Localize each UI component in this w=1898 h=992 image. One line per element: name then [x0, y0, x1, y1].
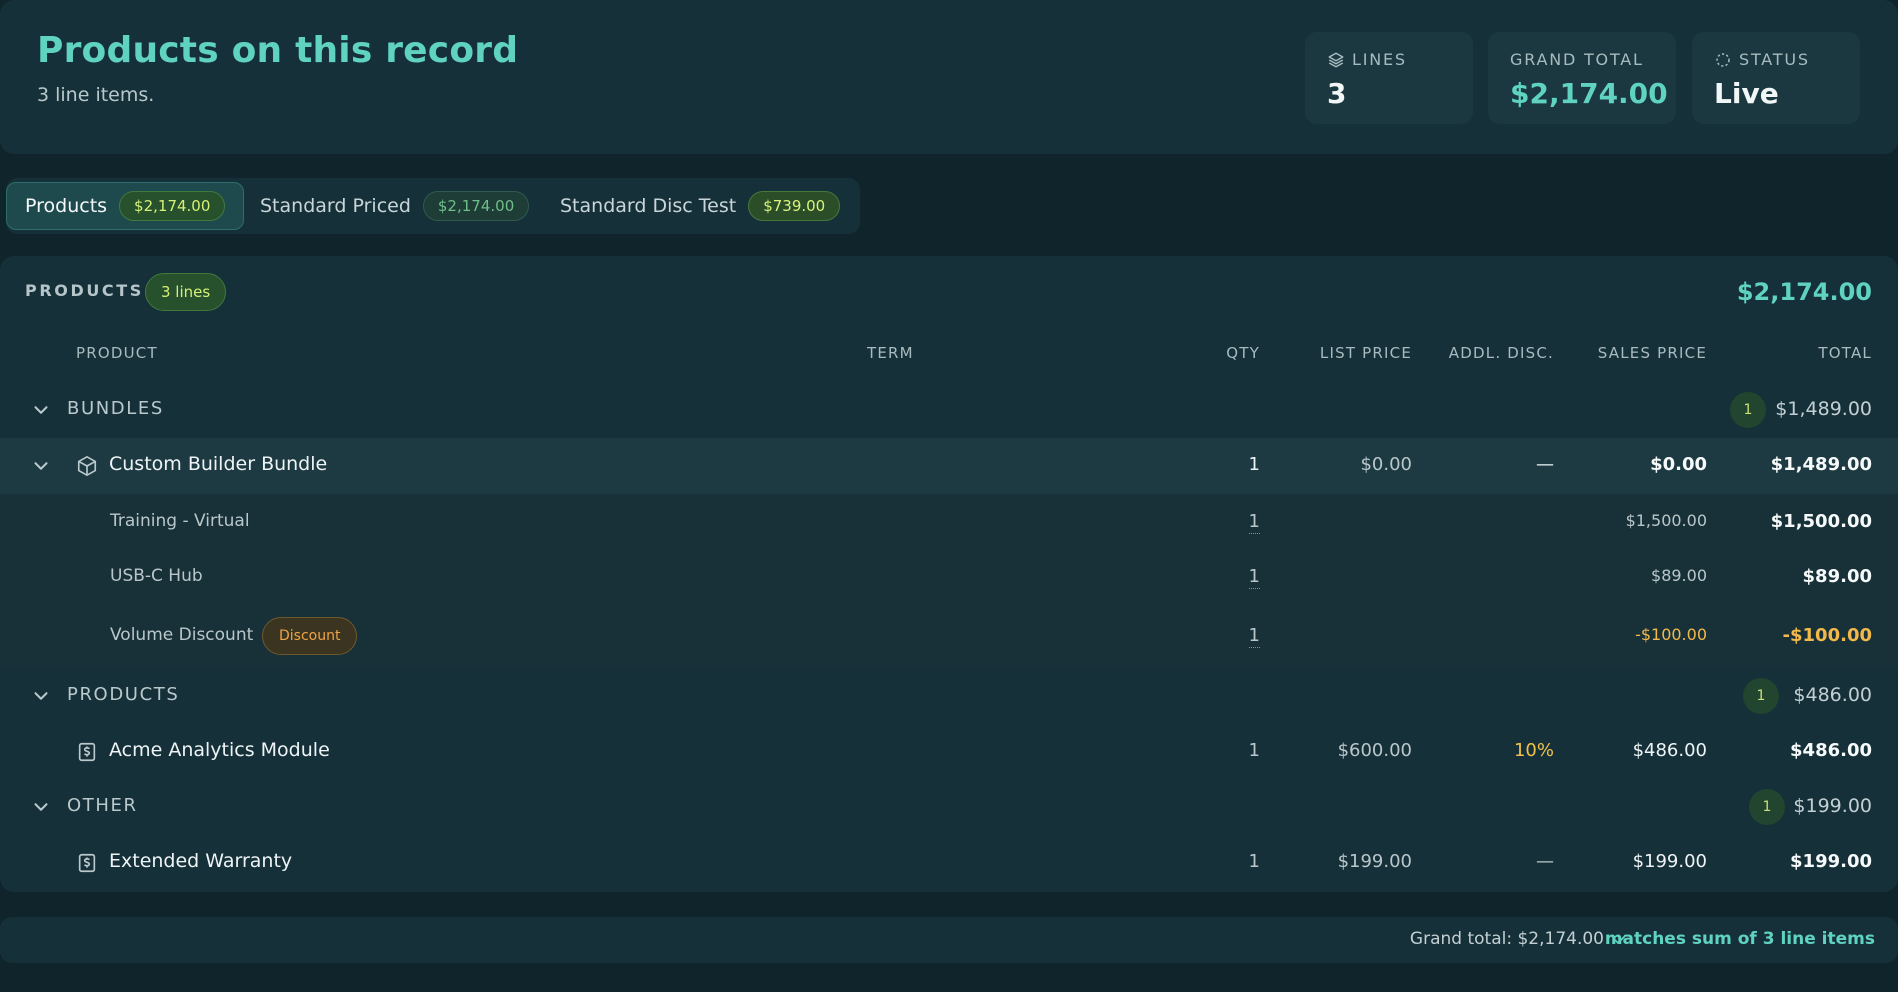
addl-disc-value: 10%: [1513, 740, 1554, 761]
col-header-qty[interactable]: QTY: [1226, 344, 1260, 362]
discount-badge: Discount: [262, 617, 358, 655]
stat-lines-label: LINES: [1352, 50, 1407, 69]
group-count-badge: 1: [1749, 789, 1785, 825]
table-row-product[interactable]: Extended Warranty 1 $199.00 — $199.00 $1…: [0, 836, 1898, 892]
price-tag-icon: [76, 741, 98, 763]
tab-amount-badge: $2,174.00: [119, 191, 226, 221]
products-record-panel: Products on this record 3 line items. LI…: [0, 0, 1898, 992]
list-price-value: $199.00: [1337, 851, 1412, 872]
stat-lines: LINES 3: [1305, 32, 1473, 124]
page-subtitle: 3 line items.: [37, 84, 155, 106]
layers-icon: [1327, 51, 1345, 69]
chevron-down-icon[interactable]: [30, 399, 52, 421]
products-table-panel: PRODUCTS 3 lines $2,174.00 PRODUCT TERM …: [0, 256, 1898, 892]
sales-price-value: -$100.00: [1635, 625, 1707, 644]
total-value: -$100.00: [1782, 625, 1872, 646]
col-header-list-price[interactable]: LIST PRICE: [1320, 344, 1412, 362]
total-value: $89.00: [1802, 566, 1872, 587]
group-total: $1,489.00: [1775, 398, 1872, 420]
stat-grand-total-value: $2,174.00: [1510, 77, 1668, 110]
qty-value: 1: [1248, 851, 1260, 872]
stat-status: STATUS Live: [1692, 32, 1860, 124]
col-header-total[interactable]: TOTAL: [1818, 344, 1872, 362]
total-value: $1,500.00: [1770, 511, 1872, 532]
box-icon: [76, 455, 98, 477]
tab-label: Products: [25, 195, 108, 217]
tab-standard-disc-test[interactable]: Standard Disc Test $739.00: [542, 182, 858, 230]
stat-grand-total-label: GRAND TOTAL: [1510, 50, 1644, 69]
tab-amount-badge: $739.00: [748, 191, 841, 221]
section-title: PRODUCTS: [25, 281, 144, 300]
table-row-bundle-child[interactable]: USB-C Hub 1 $89.00 $89.00: [0, 550, 1898, 604]
group-total: $199.00: [1793, 795, 1872, 817]
footer-summary: Grand total: $2,174.00 matches sum of 3 …: [0, 917, 1898, 963]
product-name[interactable]: Extended Warranty: [109, 850, 292, 872]
tab-standard-priced[interactable]: Standard Priced $2,174.00: [242, 182, 547, 230]
section-count-badge: 3 lines: [145, 273, 227, 311]
group-name: PRODUCTS: [67, 684, 180, 705]
price-book-tabs: Products $2,174.00 Standard Priced $2,17…: [6, 178, 860, 234]
sales-price-value: $89.00: [1651, 566, 1707, 585]
product-name: Training - Virtual: [110, 511, 250, 531]
stat-status-label: STATUS: [1739, 50, 1810, 69]
total-value: $199.00: [1790, 851, 1872, 872]
stat-grand-total: GRAND TOTAL $2,174.00: [1488, 32, 1676, 124]
chevron-down-icon[interactable]: [30, 455, 52, 477]
col-header-product[interactable]: PRODUCT: [76, 344, 158, 362]
col-header-sales-price[interactable]: SALES PRICE: [1598, 344, 1707, 362]
tab-products[interactable]: Products $2,174.00: [6, 182, 245, 230]
sales-price-value: $486.00: [1632, 740, 1707, 761]
group-row-products[interactable]: PRODUCTS 1 $486.00: [0, 668, 1898, 724]
col-header-addl-disc[interactable]: ADDL. DISC.: [1449, 344, 1554, 362]
tab-label: Standard Disc Test: [560, 195, 737, 217]
group-row-other[interactable]: OTHER 1 $199.00: [0, 780, 1898, 836]
product-name[interactable]: Custom Builder Bundle: [109, 453, 327, 475]
chevron-down-icon[interactable]: [30, 685, 52, 707]
table-row-product[interactable]: Acme Analytics Module 1 $600.00 10% $486…: [0, 724, 1898, 780]
section-total: $2,174.00: [1736, 278, 1872, 306]
sales-price-value: $199.00: [1632, 851, 1707, 872]
table-row-bundle-child[interactable]: Volume Discount Discount 1 -$100.00 -$10…: [0, 604, 1898, 668]
qty-value: 1: [1248, 454, 1260, 475]
qty-value[interactable]: 1: [1248, 566, 1260, 589]
group-name: BUNDLES: [67, 398, 164, 419]
match-status-text: matches sum of 3 line items: [1604, 929, 1875, 949]
total-value: $486.00: [1790, 740, 1872, 761]
dotted-circle-icon: [1714, 51, 1732, 69]
price-tag-icon: [76, 852, 98, 874]
sales-price-value: $0.00: [1650, 454, 1707, 475]
grand-total-text: Grand total: $2,174.00: [1409, 929, 1604, 949]
tab-amount-badge: $2,174.00: [422, 191, 530, 221]
sales-price-value: $1,500.00: [1625, 511, 1707, 530]
qty-value[interactable]: 1: [1248, 625, 1260, 648]
group-name: OTHER: [67, 795, 138, 816]
header-card: Products on this record 3 line items. LI…: [0, 0, 1898, 154]
group-total: $486.00: [1793, 684, 1872, 706]
group-count-badge: 1: [1730, 392, 1766, 428]
addl-disc-value: —: [1536, 851, 1554, 872]
qty-value: 1: [1248, 740, 1260, 761]
stat-lines-value: 3: [1327, 77, 1347, 110]
col-header-term[interactable]: TERM: [867, 344, 914, 362]
tab-label: Standard Priced: [260, 195, 411, 217]
product-name: USB-C Hub: [110, 566, 203, 586]
list-price-value: $600.00: [1337, 740, 1412, 761]
qty-value[interactable]: 1: [1248, 511, 1260, 534]
group-row-bundles[interactable]: BUNDLES 1 $1,489.00: [0, 382, 1898, 438]
chevron-down-icon[interactable]: [30, 796, 52, 818]
total-value: $1,489.00: [1770, 454, 1872, 475]
table-row-bundle-child[interactable]: Training - Virtual 1 $1,500.00 $1,500.00: [0, 494, 1898, 550]
page-title: Products on this record: [37, 30, 519, 71]
table-row-bundle[interactable]: Custom Builder Bundle 1 $0.00 — $0.00 $1…: [0, 438, 1898, 494]
addl-disc-value: —: [1536, 454, 1554, 475]
list-price-value: $0.00: [1360, 454, 1412, 475]
group-count-badge: 1: [1743, 678, 1779, 714]
product-name: Volume Discount: [110, 625, 254, 645]
product-name[interactable]: Acme Analytics Module: [109, 739, 330, 761]
stat-status-value: Live: [1714, 77, 1779, 110]
